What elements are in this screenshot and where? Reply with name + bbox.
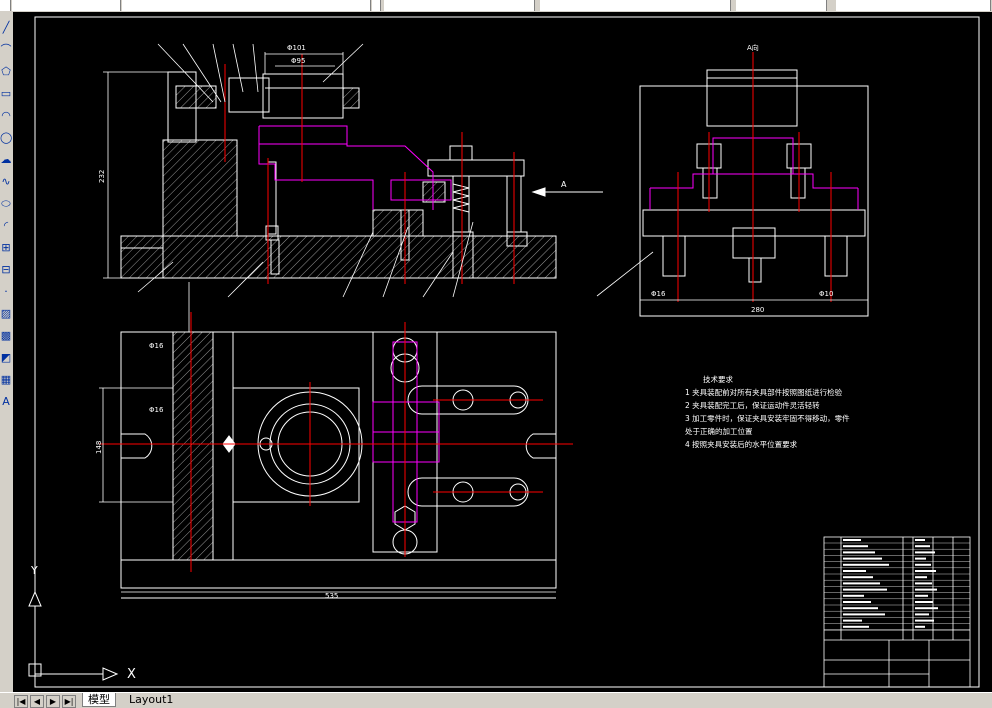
parts-list-text-mark [843, 601, 871, 603]
ucs-icon [28, 574, 119, 681]
arrow-label-a: A [561, 180, 567, 189]
parts-list-text-mark [915, 557, 926, 560]
tech-notes: 技术要求 1 夹具装配前对所有夹具部件按照图纸进行检验 2 夹具装配完工后，保证… [685, 374, 850, 449]
revision-cloud-icon[interactable]: ☁ [0, 152, 12, 168]
toolbar-segment[interactable] [12, 0, 121, 11]
linetype-dropdown[interactable] [736, 0, 827, 11]
parts-list-text-mark [843, 588, 887, 591]
ellipse-tool-icon[interactable]: ⬭ [0, 196, 12, 212]
table-tool-icon[interactable]: ▦ [0, 372, 12, 388]
dim-d16c: Φ16 [651, 290, 666, 298]
tech-note-line: 处于正确的加工位置 [685, 426, 753, 436]
top-view-hidden-lines [372, 341, 440, 523]
top-view [120, 331, 557, 599]
region-tool-icon[interactable]: ◩ [0, 350, 12, 366]
make-block-icon[interactable]: ⊟ [0, 262, 12, 278]
line-tool-icon[interactable]: ╱ [0, 20, 12, 36]
draw-toolbar: ╱ ⌒ ⬠ ▭ ◠ ◯ ☁ ∿ ⬭ ◜ ⊞ ⊟ · ▨ ▩ ◩ ▦ A [0, 12, 14, 692]
parts-list-rows [824, 542, 970, 630]
parts-list-text-mark [915, 619, 934, 622]
side-view-center-lines [677, 52, 832, 302]
parts-list-text-mark [843, 539, 861, 541]
tab-model[interactable]: 模型 [82, 693, 116, 707]
mtext-tool-icon[interactable]: A [0, 394, 12, 410]
polygon-tool-icon[interactable]: ⬠ [0, 64, 12, 80]
parts-list-text-mark [915, 539, 925, 541]
parts-list-text-mark [843, 594, 864, 597]
toolbar-segment[interactable] [122, 0, 371, 11]
dim-d16b: Φ16 [149, 406, 164, 414]
view-label-a: A向 [747, 43, 759, 52]
lineweight-dropdown[interactable] [836, 0, 991, 11]
parts-list-text-mark [843, 625, 869, 628]
parts-list-text-mark [843, 563, 889, 566]
parts-list-text-mark [915, 563, 931, 566]
parts-list-text-marks [843, 539, 938, 628]
arc-tool-icon[interactable]: ◠ [0, 108, 12, 124]
dim-d95: Φ95 [291, 57, 305, 65]
parts-list-text-mark [843, 551, 875, 554]
side-view-hidden-lines [649, 137, 859, 210]
tech-note-line: 2 夹具装配完工后，保证运动件灵活轻转 [685, 400, 820, 410]
hatch-tool-icon[interactable]: ▨ [0, 306, 12, 322]
layer-dropdown[interactable] [384, 0, 535, 11]
side-view [639, 69, 869, 317]
dim-w280: 280 [751, 306, 764, 314]
parts-list-text-mark [915, 594, 928, 597]
parts-list-text-mark [915, 601, 933, 603]
tab-layout1[interactable]: Layout1 [124, 693, 178, 706]
last-tab-button[interactable]: ▶| [62, 695, 76, 708]
circle-tool-icon[interactable]: ◯ [0, 130, 12, 146]
parts-list-text-mark [915, 582, 932, 585]
parts-list-text-mark [915, 607, 938, 610]
insert-block-icon[interactable]: ⊞ [0, 240, 12, 256]
gradient-tool-icon[interactable]: ▩ [0, 328, 12, 344]
point-tool-icon[interactable]: · [0, 284, 12, 300]
front-view-hidden-lines [258, 125, 452, 210]
first-tab-button[interactable]: |◀ [14, 695, 28, 708]
parts-list-text-mark [915, 570, 936, 572]
parts-list-text-mark [843, 613, 885, 616]
dim-d16a: Φ16 [149, 342, 164, 350]
parts-list-text-mark [915, 576, 927, 579]
tech-notes-title: 技术要求 [703, 374, 733, 384]
spline-tool-icon[interactable]: ∿ [0, 174, 12, 190]
parts-list-text-mark [915, 625, 925, 628]
parts-list-text-mark [843, 557, 882, 560]
parts-list-text-mark [843, 545, 868, 548]
top-view-dims [99, 282, 556, 593]
dim-w535: 535 [325, 592, 338, 600]
tech-note-line: 4 按照夹具安装后的水平位置要求 [685, 439, 798, 449]
tech-note-line: 3 加工零件时，保证夹具安装牢固不得移动，零件 [685, 413, 850, 423]
parts-list-text-mark [915, 551, 935, 554]
dim-h232: 232 [98, 170, 106, 183]
front-view [120, 71, 603, 279]
toolbar-segment[interactable] [372, 0, 381, 11]
dim-d101: Φ101 [287, 44, 306, 52]
ucs-x-label: X [127, 667, 136, 682]
dim-d10: Φ10 [819, 290, 833, 298]
parts-list-text-mark [843, 570, 866, 572]
layout-tab-bar: |◀ ◀ ▶ ▶| 模型 Layout1 [0, 692, 992, 708]
color-dropdown[interactable] [540, 0, 731, 11]
parts-list-text-mark [843, 582, 880, 585]
ucs-y-label: Y [30, 564, 38, 577]
parts-list-text-mark [915, 613, 929, 616]
parts-list-text-mark [843, 607, 878, 610]
ellipse-arc-icon[interactable]: ◜ [0, 218, 12, 234]
polyline-tool-icon[interactable]: ⌒ [0, 42, 12, 58]
prev-tab-button[interactable]: ◀ [30, 695, 44, 708]
parts-list-text-mark [915, 545, 930, 548]
top-view-center-lines [99, 312, 573, 572]
rectangle-tool-icon[interactable]: ▭ [0, 86, 12, 102]
next-tab-button[interactable]: ▶ [46, 695, 60, 708]
dim-h148: 148 [95, 441, 103, 454]
parts-list-text-mark [843, 619, 862, 622]
toolbar-segment[interactable] [0, 0, 11, 11]
parts-list-text-mark [843, 576, 873, 579]
tech-note-line: 1 夹具装配前对所有夹具部件按照图纸进行检验 [685, 387, 843, 397]
parts-list-text-mark [915, 588, 937, 591]
drawing-canvas[interactable]: Φ101 Φ95 232 A A向 280 Φ16 Φ10 148 535 Φ1… [13, 12, 992, 692]
